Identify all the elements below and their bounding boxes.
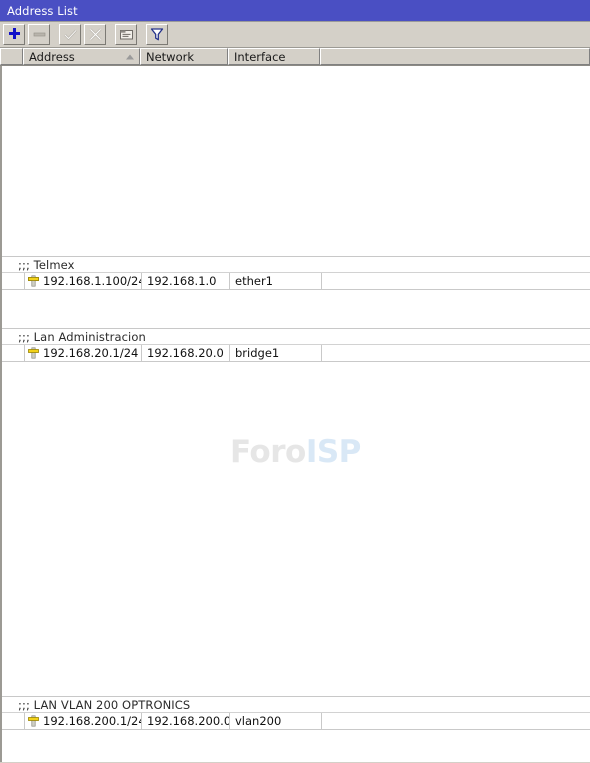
comment-row[interactable]: ;;; Lan Administracion bbox=[2, 329, 590, 345]
check-icon bbox=[63, 27, 78, 42]
table-row[interactable]: 192.168.200.1/24 192.168.200.0 vlan200 bbox=[2, 713, 590, 730]
empty-region-top bbox=[2, 66, 590, 256]
minus-icon bbox=[32, 27, 47, 42]
column-header-gutter[interactable] bbox=[0, 48, 23, 65]
comment-row[interactable]: ;;; Telmex bbox=[2, 257, 590, 273]
cell-address[interactable]: 192.168.20.1/24 bbox=[25, 345, 142, 361]
cell-blank[interactable] bbox=[322, 273, 590, 289]
cell-network[interactable]: 192.168.20.0 bbox=[142, 345, 230, 361]
column-header-address-label: Address bbox=[29, 49, 75, 64]
column-header-address[interactable]: Address bbox=[23, 48, 140, 65]
cell-network-text: 192.168.200.0 bbox=[147, 714, 230, 728]
row-gutter bbox=[2, 273, 25, 289]
address-list-window: Address List Address Network Interface F… bbox=[0, 0, 590, 763]
empty-region-bottom bbox=[2, 730, 590, 762]
comment-button[interactable] bbox=[115, 24, 137, 45]
window-titlebar[interactable]: Address List bbox=[0, 0, 590, 22]
row-gutter bbox=[2, 713, 25, 729]
comment-text: ;;; Lan Administracion bbox=[18, 329, 146, 344]
empty-region-2 bbox=[2, 362, 590, 696]
cell-network-text: 192.168.1.0 bbox=[147, 274, 217, 288]
cell-network-text: 192.168.20.0 bbox=[147, 346, 224, 360]
window-title: Address List bbox=[7, 3, 78, 18]
cell-blank[interactable] bbox=[322, 713, 590, 729]
cell-interface[interactable]: ether1 bbox=[230, 273, 322, 289]
cell-address-text: 192.168.200.1/24 bbox=[43, 714, 142, 728]
disable-button[interactable] bbox=[84, 24, 106, 45]
cell-interface-text: bridge1 bbox=[235, 346, 280, 360]
cell-address[interactable]: 192.168.200.1/24 bbox=[25, 713, 142, 729]
cell-network[interactable]: 192.168.200.0 bbox=[142, 713, 230, 729]
add-button[interactable] bbox=[3, 24, 25, 45]
row-gutter bbox=[2, 345, 25, 361]
cross-icon bbox=[88, 27, 103, 42]
empty-region-1 bbox=[2, 290, 590, 328]
column-header-network-label: Network bbox=[146, 49, 195, 64]
sort-ascending-icon bbox=[126, 54, 134, 59]
comment-text: ;;; LAN VLAN 200 OPTRONICS bbox=[18, 697, 191, 712]
cell-interface[interactable]: bridge1 bbox=[230, 345, 322, 361]
table-row[interactable]: 192.168.20.1/24 192.168.20.0 bridge1 bbox=[2, 345, 590, 362]
filter-button[interactable] bbox=[146, 24, 168, 45]
address-entry-icon bbox=[28, 275, 39, 287]
column-header-interface[interactable]: Interface bbox=[228, 48, 320, 65]
cell-address[interactable]: 192.168.1.100/24 bbox=[25, 273, 142, 289]
cell-interface-text: ether1 bbox=[235, 274, 273, 288]
column-header-interface-label: Interface bbox=[234, 49, 286, 64]
cell-network[interactable]: 192.168.1.0 bbox=[142, 273, 230, 289]
table-row[interactable]: 192.168.1.100/24 192.168.1.0 ether1 bbox=[2, 273, 590, 290]
cell-interface[interactable]: vlan200 bbox=[230, 713, 322, 729]
address-entry-icon bbox=[28, 347, 39, 359]
cell-address-text: 192.168.1.100/24 bbox=[43, 274, 142, 288]
cell-address-text: 192.168.20.1/24 bbox=[43, 346, 139, 360]
comment-row[interactable]: ;;; LAN VLAN 200 OPTRONICS bbox=[2, 697, 590, 713]
comment-text: ;;; Telmex bbox=[18, 257, 75, 272]
table-column-header: Address Network Interface bbox=[0, 48, 590, 66]
address-entry-icon bbox=[28, 715, 39, 727]
column-header-network[interactable]: Network bbox=[140, 48, 228, 65]
column-header-blank[interactable] bbox=[320, 48, 590, 65]
remove-button[interactable] bbox=[28, 24, 50, 45]
plus-icon bbox=[7, 27, 22, 42]
cell-interface-text: vlan200 bbox=[235, 714, 282, 728]
cell-blank[interactable] bbox=[322, 345, 590, 361]
toolbar bbox=[0, 22, 590, 48]
enable-button[interactable] bbox=[59, 24, 81, 45]
funnel-icon bbox=[150, 27, 164, 42]
comment-icon bbox=[119, 28, 134, 41]
address-list-body[interactable]: ForoISP ;;; Telmex 192.168.1.100/24 192.… bbox=[0, 66, 590, 762]
